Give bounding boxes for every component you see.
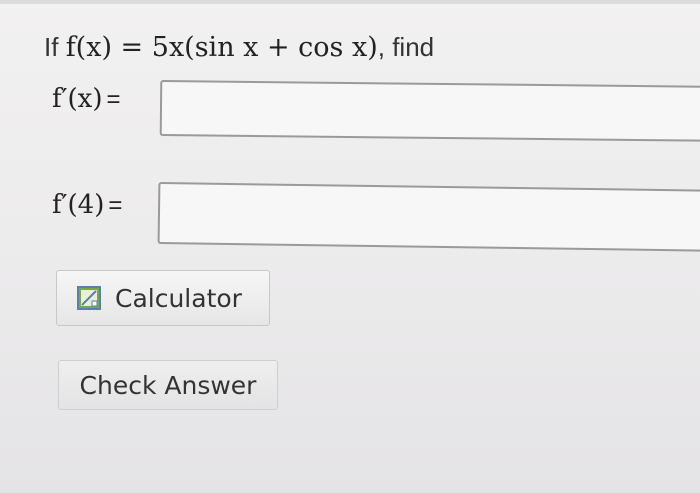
derivative-input[interactable] — [159, 80, 700, 142]
question-suffix: , find — [377, 32, 435, 62]
function-expression: f(x) = 5x(sin x + cos x) — [65, 32, 378, 63]
check-answer-label: Check Answer — [79, 370, 257, 400]
derivative-at-4-input[interactable] — [157, 182, 700, 252]
top-divider — [0, 0, 700, 4]
calculator-icon — [77, 286, 101, 310]
derivative-at-4-function-label: f′(4) — [52, 190, 105, 220]
question-text: If f(x) = 5x(sin x + cos x), find — [44, 32, 434, 63]
question-prefix: If — [44, 32, 59, 62]
derivative-function-label: f′(x) — [52, 84, 103, 114]
derivative-label: f′(x) = — [52, 84, 121, 114]
calculator-button-label: Calculator — [115, 283, 242, 313]
calculator-button[interactable]: Calculator — [56, 270, 270, 326]
check-answer-button[interactable]: Check Answer — [58, 360, 278, 410]
derivative-at-4-label: f′(4) = — [52, 190, 122, 220]
equals-sign: = — [108, 192, 123, 219]
equals-sign: = — [106, 86, 121, 113]
